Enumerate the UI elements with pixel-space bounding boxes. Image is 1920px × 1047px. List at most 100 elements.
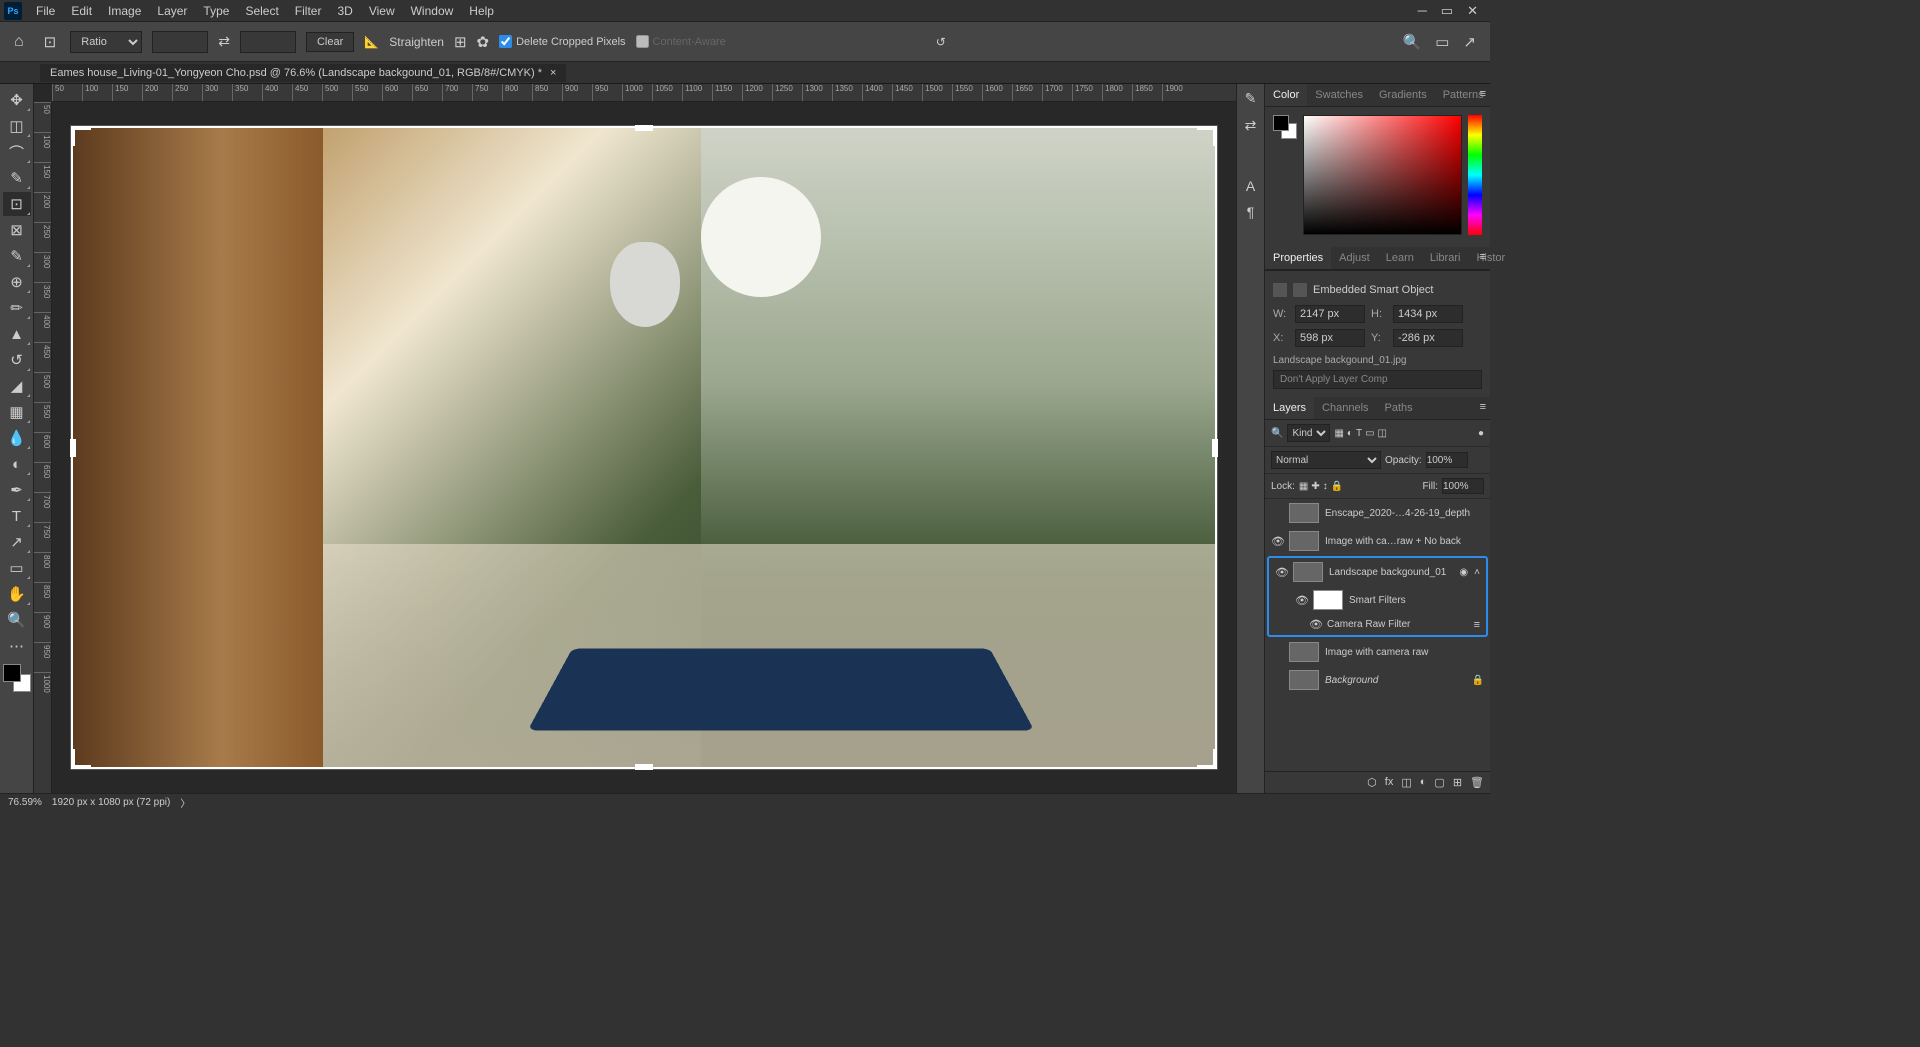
eyedropper-tool[interactable]: ✎: [3, 244, 31, 268]
frame-tool[interactable]: ⊠: [3, 218, 31, 242]
minimize-icon[interactable]: ─: [1418, 3, 1427, 19]
document-tab[interactable]: Eames house_Living-01_Yongyeon Cho.psd @…: [40, 64, 566, 82]
shape-tool[interactable]: ▭: [3, 556, 31, 580]
crop-handle-b[interactable]: [635, 764, 653, 770]
visibility-toggle[interactable]: 👁: [1271, 535, 1283, 548]
crop-handle-tr[interactable]: [1197, 126, 1217, 146]
close-icon[interactable]: ✕: [1467, 3, 1478, 19]
menu-select[interactable]: Select: [237, 2, 286, 20]
color-fgbg[interactable]: [1273, 115, 1297, 139]
foreground-background-colors[interactable]: [3, 664, 31, 692]
crop-handle-t[interactable]: [635, 125, 653, 131]
crop-overlay[interactable]: [71, 126, 1217, 769]
group-icon[interactable]: ▢: [1434, 776, 1444, 789]
clone-panel-icon[interactable]: ⇄: [1245, 117, 1257, 134]
filter-pixel-icon[interactable]: ▦: [1334, 428, 1343, 439]
status-chevron-icon[interactable]: 〉: [180, 795, 190, 810]
panel-menu-icon[interactable]: ≡: [1480, 88, 1486, 100]
filter-blend-icon[interactable]: ≡: [1474, 619, 1480, 631]
tab-layers[interactable]: Layers: [1265, 397, 1314, 419]
tab-properties[interactable]: Properties: [1265, 247, 1331, 269]
character-panel-icon[interactable]: A: [1246, 178, 1255, 194]
menu-layer[interactable]: Layer: [149, 2, 195, 20]
gradient-tool[interactable]: ▦: [3, 400, 31, 424]
lock-all-icon[interactable]: 🔒: [1331, 481, 1343, 492]
reset-icon[interactable]: ↺: [936, 35, 946, 49]
pen-tool[interactable]: ✒: [3, 478, 31, 502]
hand-tool[interactable]: ✋: [3, 582, 31, 606]
grid-icon[interactable]: ⊞: [454, 33, 467, 51]
share-icon[interactable]: ↗: [1463, 33, 1476, 51]
filter-shape-icon[interactable]: ▭: [1365, 428, 1374, 439]
lasso-tool[interactable]: ⌒: [3, 140, 31, 164]
tab-swatches[interactable]: Swatches: [1307, 84, 1371, 106]
layer-row[interactable]: Image with camera raw: [1265, 638, 1490, 666]
home-icon[interactable]: ⌂: [8, 33, 30, 51]
visibility-toggle[interactable]: 👁: [1309, 618, 1321, 631]
restore-icon[interactable]: ▭: [1441, 3, 1453, 19]
lock-artboard-icon[interactable]: ↕: [1323, 481, 1328, 492]
expand-icon[interactable]: ˄: [1474, 567, 1480, 578]
crop-handle-l[interactable]: [70, 439, 76, 457]
crop-handle-bl[interactable]: [71, 749, 91, 769]
tab-gradients[interactable]: Gradients: [1371, 84, 1435, 106]
tab-history[interactable]: Histor: [1468, 247, 1513, 269]
ratio-width-input[interactable]: [152, 31, 208, 53]
blur-tool[interactable]: 💧: [3, 426, 31, 450]
visibility-toggle[interactable]: 👁: [1275, 566, 1287, 579]
delete-cropped-checkbox[interactable]: Delete Cropped Pixels: [499, 35, 625, 48]
crop-tool[interactable]: ⊡: [3, 192, 31, 216]
marquee-tool[interactable]: ◫: [3, 114, 31, 138]
ratio-height-input[interactable]: [240, 31, 296, 53]
layer-mask-icon[interactable]: ◫: [1401, 776, 1411, 789]
gear-icon[interactable]: ✿: [477, 33, 490, 51]
dodge-tool[interactable]: ◐: [3, 452, 31, 476]
adjustment-layer-icon[interactable]: ◐: [1420, 776, 1427, 789]
edit-toolbar[interactable]: ⋯: [3, 634, 31, 658]
layer-row-selected[interactable]: 👁 Landscape backgound_01 ◉ ˄: [1269, 558, 1486, 586]
smart-filters-row[interactable]: 👁 Smart Filters: [1269, 586, 1486, 614]
visibility-toggle[interactable]: 👁: [1295, 594, 1307, 607]
type-tool[interactable]: T: [3, 504, 31, 528]
layer-comp-dropdown[interactable]: Don't Apply Layer Comp: [1273, 370, 1482, 389]
layer-row[interactable]: Background 🔒: [1265, 666, 1490, 694]
panel-menu-icon[interactable]: ≡: [1480, 401, 1486, 413]
tab-adjustments[interactable]: Adjust: [1331, 247, 1378, 269]
history-brush-tool[interactable]: ↺: [3, 348, 31, 372]
menu-file[interactable]: File: [28, 2, 63, 20]
filter-kind-dropdown[interactable]: Kind: [1287, 424, 1330, 442]
quick-select-tool[interactable]: ✎: [3, 166, 31, 190]
layer-style-icon[interactable]: fx: [1385, 776, 1394, 789]
layer-row[interactable]: 👁 Image with ca…raw + No back: [1265, 527, 1490, 555]
fill-input[interactable]: [1442, 478, 1484, 494]
height-input[interactable]: [1393, 305, 1463, 323]
filter-adjust-icon[interactable]: ◐: [1347, 428, 1353, 439]
paragraph-panel-icon[interactable]: ¶: [1247, 204, 1255, 220]
ratio-dropdown[interactable]: Ratio: [70, 31, 142, 53]
search-icon[interactable]: 🔍: [1403, 33, 1422, 51]
tab-paths[interactable]: Paths: [1377, 397, 1421, 419]
tab-learn[interactable]: Learn: [1378, 247, 1422, 269]
menu-type[interactable]: Type: [195, 2, 237, 20]
link-layers-icon[interactable]: ⬡: [1367, 776, 1377, 789]
path-select-tool[interactable]: ↗: [3, 530, 31, 554]
eraser-tool[interactable]: ◢: [3, 374, 31, 398]
straighten-icon[interactable]: 📐: [364, 35, 379, 49]
menu-3d[interactable]: 3D: [329, 2, 360, 20]
brush-panel-icon[interactable]: ✎: [1245, 90, 1257, 107]
tab-libraries[interactable]: Librari: [1422, 247, 1469, 269]
filter-indicator-icon[interactable]: ◉: [1459, 567, 1468, 578]
layer-row[interactable]: Enscape_2020-…4-26-19_depth: [1265, 499, 1490, 527]
horizontal-ruler[interactable]: 5010015020025030035040045050055060065070…: [52, 84, 1236, 102]
zoom-level[interactable]: 76.59%: [8, 797, 42, 808]
filter-search-icon[interactable]: 🔍: [1271, 428, 1283, 439]
document-dimensions[interactable]: 1920 px x 1080 px (72 ppi): [52, 797, 170, 808]
swap-icon[interactable]: ⇄: [218, 33, 230, 50]
crop-handle-tl[interactable]: [71, 126, 91, 146]
healing-tool[interactable]: ⊕: [3, 270, 31, 294]
camera-raw-filter-row[interactable]: 👁 Camera Raw Filter ≡: [1269, 614, 1486, 635]
stamp-tool[interactable]: ▲: [3, 322, 31, 346]
tab-channels[interactable]: Channels: [1314, 397, 1376, 419]
blend-mode-dropdown[interactable]: Normal: [1271, 451, 1381, 469]
brush-tool[interactable]: ✏: [3, 296, 31, 320]
